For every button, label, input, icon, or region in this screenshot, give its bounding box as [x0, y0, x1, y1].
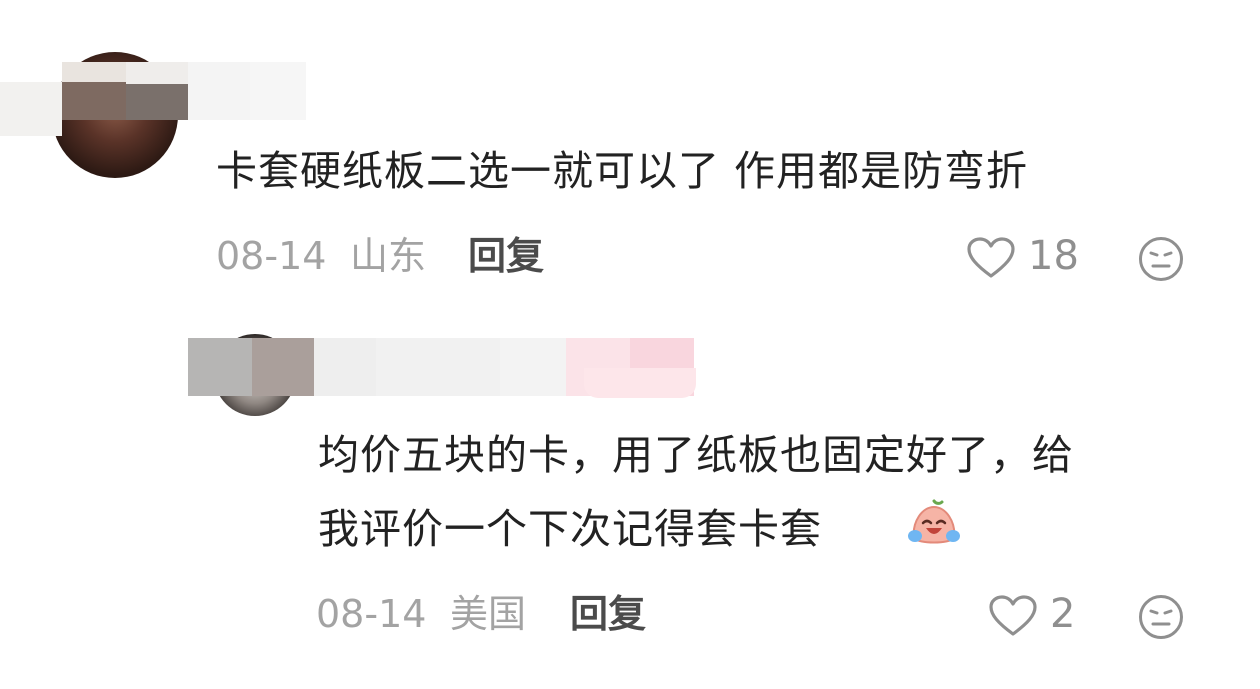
heart-outline-icon[interactable]: [988, 594, 1038, 638]
comment-text: 卡套硬纸板二选一就可以了 作用都是防弯折: [216, 147, 1029, 195]
like-count: 2: [1050, 591, 1076, 637]
comment-location: 美国: [450, 592, 527, 636]
like-count: 18: [1028, 233, 1079, 279]
neutral-face-icon[interactable]: [1138, 236, 1184, 282]
comment-date: 08-14: [216, 234, 327, 278]
crying-laughing-emoji: [906, 498, 962, 548]
comment-text-line-2: 我评价一个下次记得套卡套: [318, 505, 822, 553]
neutral-face-icon[interactable]: [1138, 594, 1184, 640]
reply-button[interactable]: 回复: [468, 234, 544, 278]
reply-button[interactable]: 回复: [570, 592, 646, 636]
comment-text-line-1: 均价五块的卡，用了纸板也固定好了，给: [318, 431, 1074, 479]
heart-outline-icon[interactable]: [966, 236, 1016, 280]
comment-date: 08-14: [316, 592, 427, 636]
comment-location: 山东: [350, 234, 427, 278]
